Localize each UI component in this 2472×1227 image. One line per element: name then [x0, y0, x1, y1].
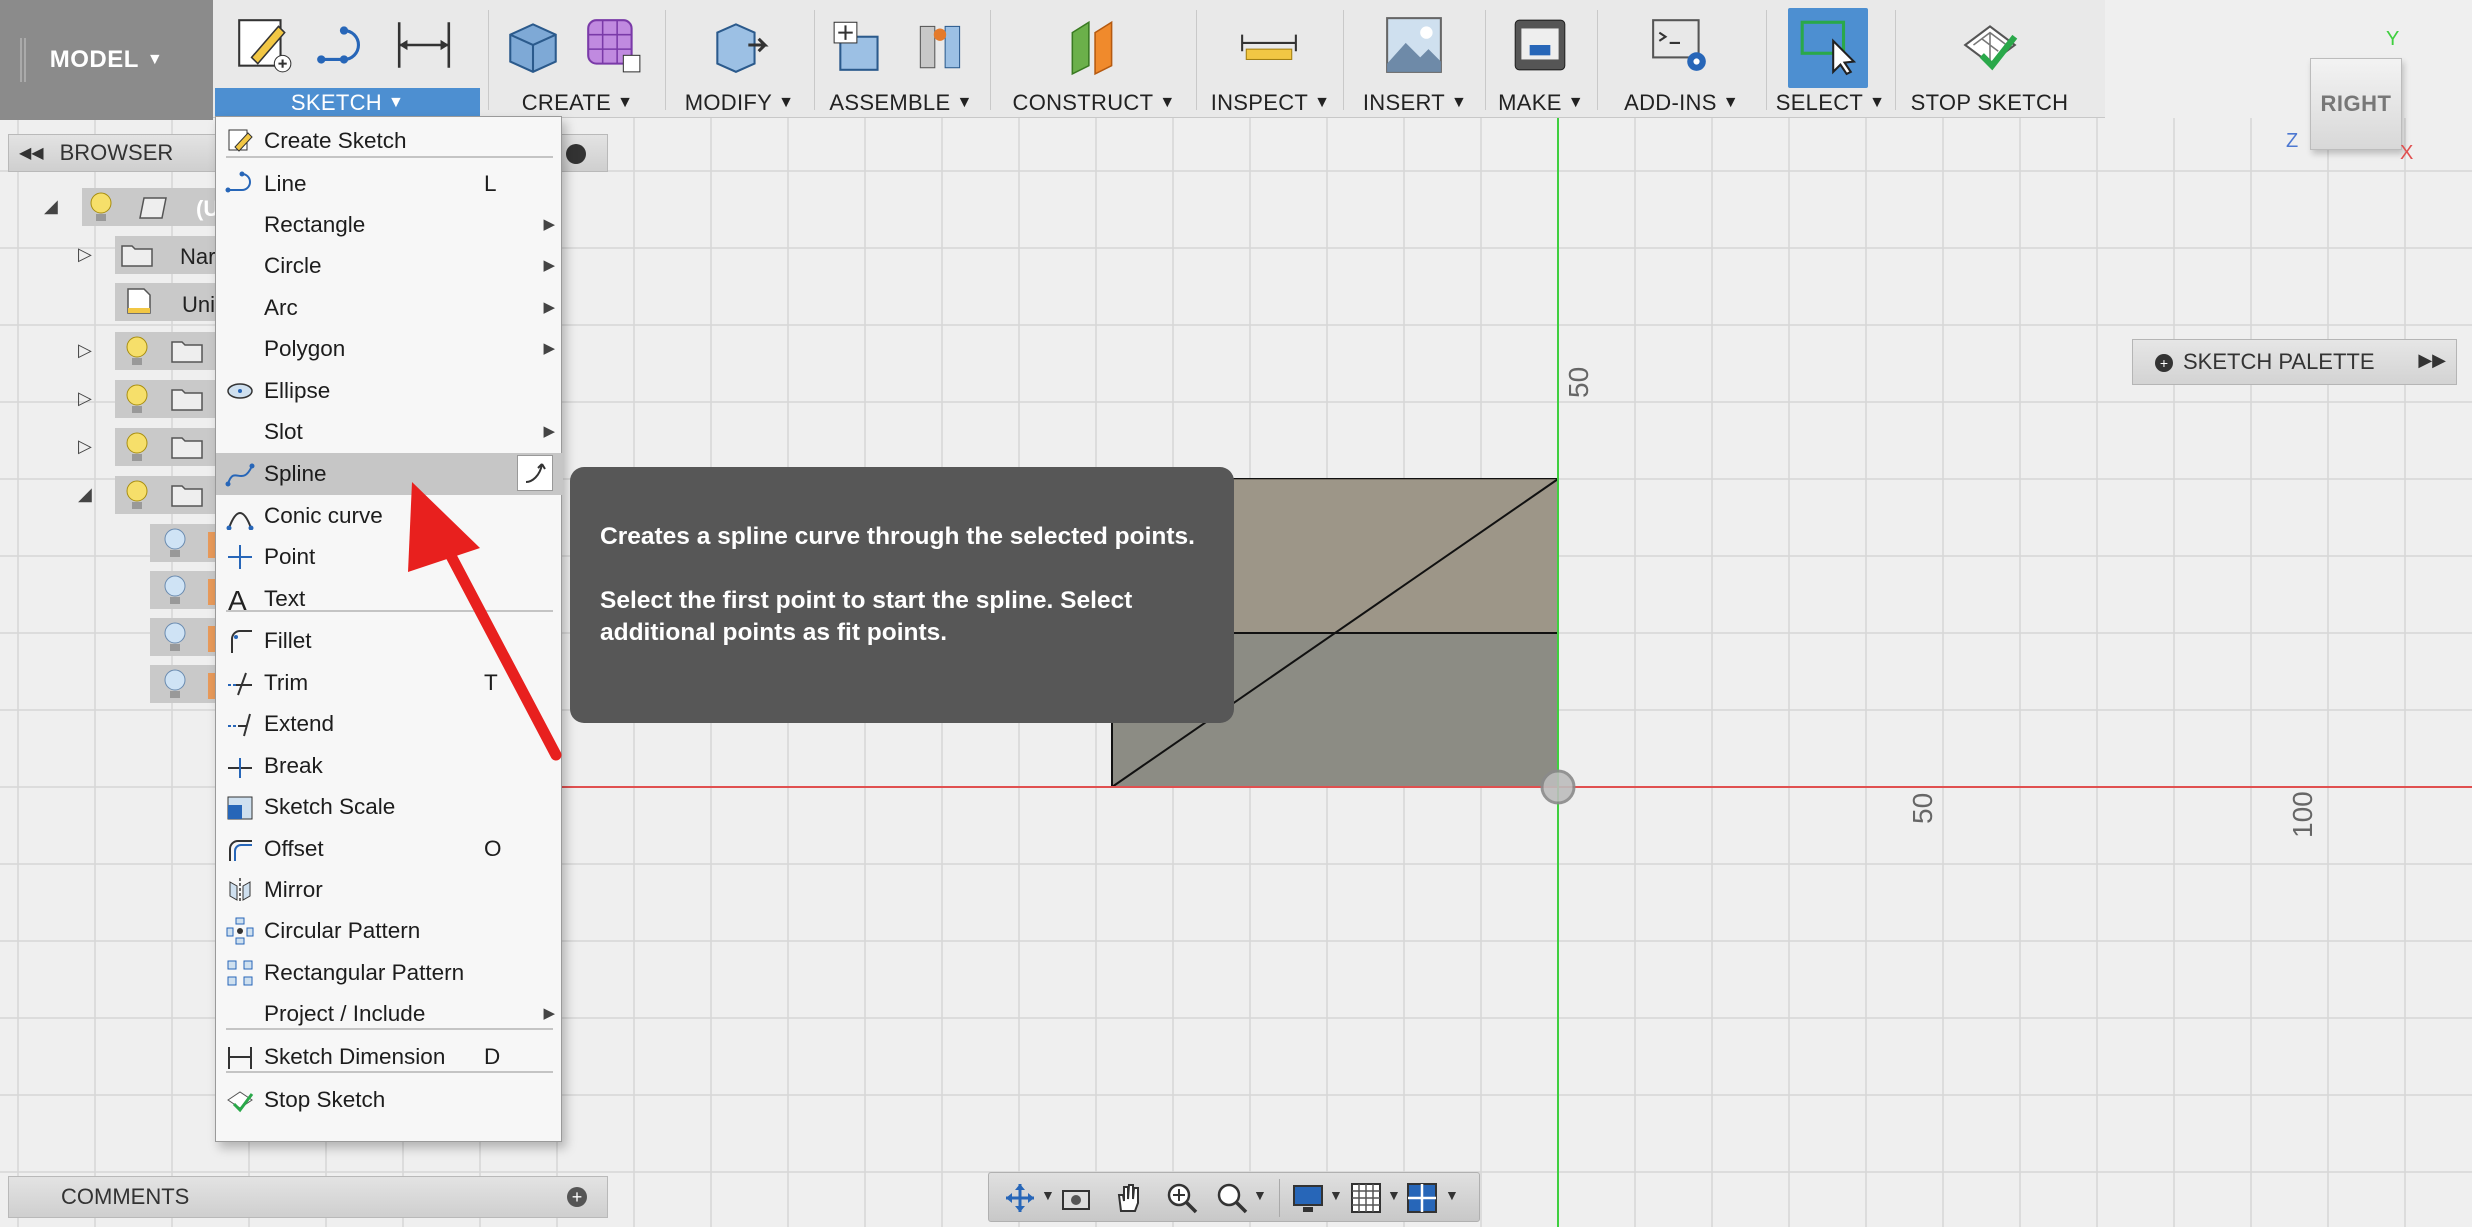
- chevron-down-icon[interactable]: ▼: [1041, 1187, 1055, 1203]
- expand-right-icon[interactable]: ▶▶: [2418, 350, 2446, 371]
- axis-label-x: X: [2400, 142, 2414, 164]
- chevron-down-icon[interactable]: ▼: [1445, 1187, 1459, 1203]
- orbit-icon[interactable]: [1003, 1181, 1037, 1215]
- view-cube-face: RIGHT: [2320, 91, 2392, 116]
- display-settings-icon[interactable]: [1291, 1181, 1325, 1215]
- grid-settings-icon[interactable]: [1349, 1181, 1383, 1215]
- sketch-palette-title: SKETCH PALETTE: [2183, 349, 2375, 374]
- sketch-palette-header[interactable]: + SKETCH PALETTE ▶▶: [2132, 339, 2457, 385]
- annotation-arrow: [408, 482, 562, 761]
- look-at-icon[interactable]: [1059, 1181, 1093, 1215]
- navigation-bar: ▼ ▼ ▼ ▼ ▼: [988, 1172, 1480, 1222]
- pan-hand-icon[interactable]: [1111, 1181, 1145, 1215]
- fit-zoom-icon[interactable]: [1215, 1181, 1249, 1215]
- axis-label-z: Z: [2286, 130, 2299, 152]
- view-cube[interactable]: RIGHT: [2310, 58, 2402, 150]
- chevron-down-icon[interactable]: ▼: [1329, 1187, 1343, 1203]
- chevron-down-icon[interactable]: ▼: [1253, 1187, 1267, 1203]
- palette-options-icon[interactable]: +: [2155, 354, 2173, 372]
- axis-label-y: Y: [2386, 28, 2400, 50]
- zoom-icon[interactable]: [1165, 1181, 1199, 1215]
- viewports-icon[interactable]: [1405, 1181, 1439, 1215]
- chevron-down-icon[interactable]: ▼: [1387, 1187, 1401, 1203]
